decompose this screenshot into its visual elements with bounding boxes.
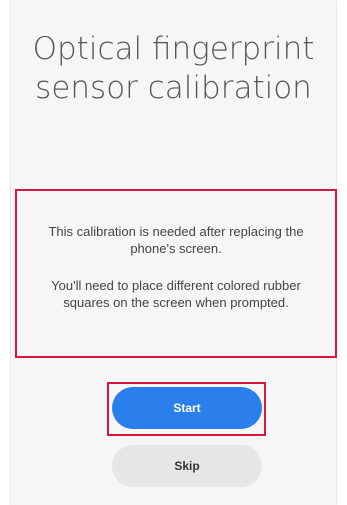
page-title: Optical fingerprint sensor calibration: [32, 31, 315, 106]
calibration-screen: Optical fingerprint sensor calibration T…: [11, 0, 337, 505]
description-text-2: You'll need to place different colored r…: [51, 278, 301, 310]
start-button[interactable]: Start: [112, 387, 262, 429]
description-panel: This calibration is needed after replaci…: [15, 189, 337, 358]
description-text-1: This calibration is needed after replaci…: [48, 224, 304, 256]
skip-button[interactable]: Skip: [112, 445, 262, 487]
